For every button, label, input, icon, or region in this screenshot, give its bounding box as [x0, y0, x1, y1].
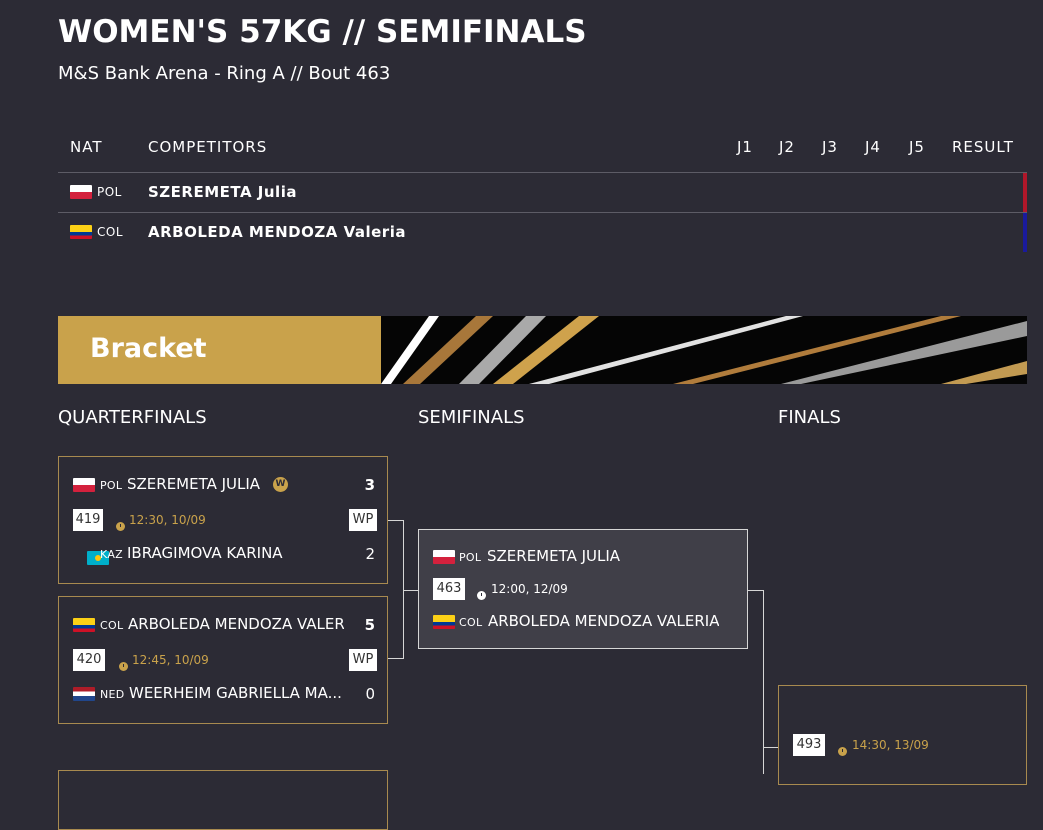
winner-badge-icon: W: [273, 477, 288, 492]
row-competitor-name: SZEREMETA Julia: [148, 183, 297, 201]
column-header-j4: J4: [865, 138, 881, 156]
bout-number: 420: [73, 649, 105, 671]
red-corner-indicator: [1023, 173, 1027, 212]
column-header-result: RESULT: [952, 138, 1014, 156]
bracket-match-card[interactable]: POL SZEREMETA JULIA W 3 419 12:30, 10/09…: [58, 456, 388, 584]
colombia-flag-icon: [433, 615, 455, 629]
clock-icon: [838, 747, 847, 756]
table-row: COL ARBOLEDA MENDOZA Valeria: [58, 213, 1027, 252]
clock-icon: [477, 591, 486, 600]
competitor-name: IBRAGIMOVA KARINA: [127, 544, 283, 562]
poland-flag-icon: [433, 550, 455, 564]
page-title: WOMEN'S 57KG // SEMIFINALS: [58, 14, 587, 50]
win-method: WP: [349, 509, 377, 531]
clock-icon: [116, 522, 125, 531]
bout-time: 14:30, 13/09: [852, 738, 929, 752]
round-header-semifinals: SEMIFINALS: [418, 407, 525, 428]
colombia-flag-icon: [73, 618, 95, 632]
bracket-match-card[interactable]: [58, 770, 388, 830]
competitor-name: ARBOLEDA MENDOZA VALERIA: [488, 612, 720, 630]
table-row: POL SZEREMETA Julia: [58, 173, 1027, 212]
row-competitor-name: ARBOLEDA MENDOZA Valeria: [148, 223, 406, 241]
netherlands-flag-icon: [73, 687, 95, 701]
competitor-name: ARBOLEDA MENDOZA VALER: [128, 615, 344, 633]
bracket-connector: [403, 590, 418, 591]
competitor-score: 0: [365, 685, 375, 703]
bracket-banner-stripes: [381, 316, 1027, 384]
column-header-j3: J3: [822, 138, 838, 156]
round-header-quarterfinals: QUARTERFINALS: [58, 407, 207, 428]
page-subtitle: M&S Bank Arena - Ring A // Bout 463: [58, 63, 391, 84]
row-nat: COL: [97, 225, 124, 239]
competitor-name: WEERHEIM GABRIELLA MA...: [129, 684, 342, 702]
bracket-connector: [763, 747, 778, 748]
competitor-nat: POL: [100, 479, 123, 492]
competitor-name: SZEREMETA JULIA: [487, 547, 621, 565]
round-header-finals: FINALS: [778, 407, 841, 428]
bout-time: 12:45, 10/09: [132, 653, 209, 667]
bracket-connector: [388, 658, 404, 659]
column-header-nat: NAT: [70, 138, 103, 156]
blue-corner-indicator: [1023, 213, 1027, 252]
bracket-match-card[interactable]: 493 14:30, 13/09: [778, 685, 1027, 785]
competitor-score: 2: [365, 545, 375, 563]
poland-flag-icon: [73, 478, 95, 492]
competitor-nat: KAZ: [100, 548, 123, 561]
bracket-connector: [748, 590, 764, 591]
decorative-stripes-graphic: [381, 316, 1027, 384]
bout-number: 463: [433, 578, 465, 600]
bracket-banner-title: Bracket: [90, 333, 207, 364]
competitor-score: 3: [364, 476, 375, 494]
competitor-nat: COL: [100, 619, 124, 632]
column-header-j5: J5: [909, 138, 925, 156]
competitor-score: 5: [364, 616, 375, 634]
poland-flag-icon: [70, 185, 92, 199]
competitor-nat: NED: [100, 688, 125, 701]
win-method: WP: [349, 649, 377, 671]
competitor-nat: POL: [459, 551, 482, 564]
bout-time: 12:30, 10/09: [129, 513, 206, 527]
bracket-connector: [388, 520, 404, 521]
bracket-match-card[interactable]: COL ARBOLEDA MENDOZA VALER 5 420 12:45, …: [58, 596, 388, 724]
bout-time: 12:00, 12/09: [491, 582, 568, 596]
column-header-j2: J2: [779, 138, 795, 156]
column-header-competitors: COMPETITORS: [148, 138, 268, 156]
competitor-name: SZEREMETA JULIA: [127, 475, 261, 493]
bout-number: 419: [73, 509, 103, 531]
competitor-nat: COL: [459, 616, 483, 629]
column-header-j1: J1: [737, 138, 753, 156]
row-nat: POL: [97, 185, 122, 199]
colombia-flag-icon: [70, 225, 92, 239]
bracket-match-card-current[interactable]: POL SZEREMETA JULIA 463 12:00, 12/09 COL…: [418, 529, 748, 649]
bout-number: 493: [793, 734, 825, 756]
clock-icon: [119, 662, 128, 671]
